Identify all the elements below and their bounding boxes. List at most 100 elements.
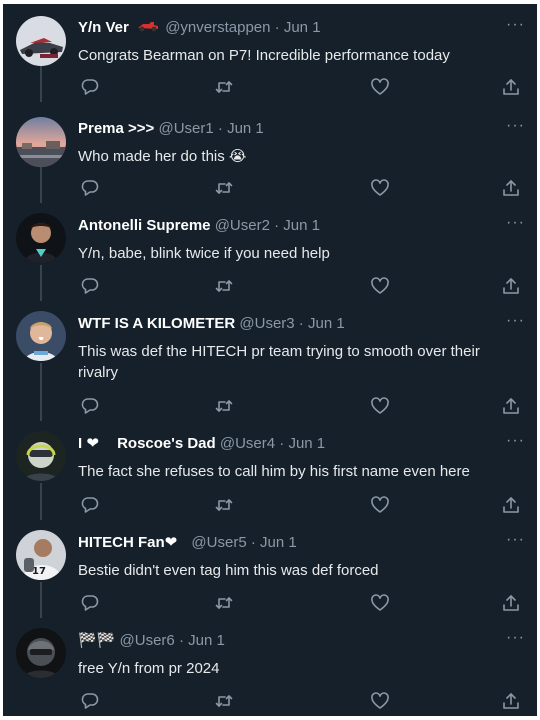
- reply-icon[interactable]: [80, 396, 100, 416]
- more-icon[interactable]: ···: [506, 313, 525, 329]
- share-icon[interactable]: [501, 396, 521, 416]
- reply-icon[interactable]: [80, 593, 100, 613]
- retweet-icon[interactable]: [214, 77, 234, 97]
- tweet[interactable]: WTF IS A KILOMETER @User3 · Jun 1 ··· Th…: [3, 301, 537, 421]
- retweet-icon[interactable]: [214, 691, 234, 711]
- like-icon[interactable]: [370, 593, 390, 613]
- tweet[interactable]: 🏁🏁 @User6 · Jun 1 ··· free Y/n from pr 2…: [3, 618, 537, 716]
- reply-thread: Y/n Ver @ynverstappen · Jun 1 ··· Congra…: [3, 4, 537, 716]
- tweet-text: Bestie didn't even tag him this was def …: [78, 562, 379, 579]
- more-icon[interactable]: ···: [506, 433, 525, 449]
- retweet-icon[interactable]: [214, 178, 234, 198]
- retweet-icon[interactable]: [214, 276, 234, 296]
- share-icon[interactable]: [501, 691, 521, 711]
- separator: ·: [270, 19, 284, 36]
- user-handle[interactable]: @ynverstappen: [165, 19, 270, 36]
- display-name[interactable]: Antonelli Supreme: [78, 217, 211, 234]
- action-bar: [78, 276, 525, 298]
- user-handle[interactable]: @User1: [158, 120, 213, 137]
- avatar[interactable]: [16, 311, 66, 361]
- reply-icon[interactable]: [80, 178, 100, 198]
- avatar[interactable]: [16, 628, 66, 678]
- tweet-date[interactable]: Jun 1: [284, 19, 321, 36]
- tweet-date[interactable]: Jun 1: [260, 534, 297, 551]
- user-handle[interactable]: @User6: [120, 632, 175, 649]
- tweet-text: Who made her do this 😭: [78, 148, 247, 165]
- race-car-icon: [137, 18, 159, 38]
- thread-line: [40, 483, 42, 520]
- separator: ·: [246, 534, 261, 551]
- tweet[interactable]: Antonelli Supreme @User2 · Jun 1 ··· Y/n…: [3, 203, 537, 301]
- display-name[interactable]: HITECH Fan❤: [78, 534, 177, 551]
- display-name[interactable]: Prema >>>: [78, 120, 154, 137]
- avatar[interactable]: [16, 16, 66, 66]
- display-name[interactable]: Y/n Ver: [78, 19, 129, 36]
- reply-icon[interactable]: [80, 276, 100, 296]
- tweet-date[interactable]: Jun 1: [188, 632, 225, 649]
- action-bar: [78, 691, 525, 713]
- action-bar: [78, 593, 525, 615]
- share-icon[interactable]: [501, 77, 521, 97]
- share-icon[interactable]: [501, 593, 521, 613]
- thread-line: [40, 64, 42, 102]
- avatar[interactable]: 17: [16, 530, 66, 580]
- avatar[interactable]: [16, 431, 66, 481]
- thread-line: [40, 165, 42, 203]
- separator: ·: [275, 435, 289, 452]
- tweet-text: Y/n, babe, blink twice if you need help: [78, 245, 330, 262]
- reply-icon[interactable]: [80, 495, 100, 515]
- separator: ·: [213, 120, 228, 137]
- tweet[interactable]: 17 HITECH Fan❤ @User5 · Jun 1 ··· Bestie…: [3, 520, 537, 618]
- action-bar: [78, 495, 525, 517]
- tweet-date[interactable]: Jun 1: [283, 217, 320, 234]
- share-icon[interactable]: [501, 276, 521, 296]
- reply-icon[interactable]: [80, 77, 100, 97]
- share-icon[interactable]: [501, 178, 521, 198]
- retweet-icon[interactable]: [214, 593, 234, 613]
- user-handle[interactable]: @User2: [215, 217, 270, 234]
- like-icon[interactable]: [370, 178, 390, 198]
- action-bar: [78, 77, 525, 99]
- like-icon[interactable]: [370, 691, 390, 711]
- separator: ·: [294, 315, 308, 332]
- more-icon[interactable]: ···: [506, 17, 525, 33]
- avatar[interactable]: [16, 213, 66, 263]
- separator: ·: [174, 632, 189, 649]
- display-name[interactable]: 🏁🏁: [78, 632, 115, 649]
- thread-line: [40, 582, 42, 618]
- tweet-date[interactable]: Jun 1: [288, 435, 325, 452]
- action-bar: [78, 396, 525, 418]
- like-icon[interactable]: [370, 396, 390, 416]
- separator: ·: [269, 217, 284, 234]
- tweet-text: Congrats Bearman on P7! Incredible perfo…: [78, 47, 450, 64]
- user-handle[interactable]: @User3: [239, 315, 294, 332]
- more-icon[interactable]: ···: [506, 532, 525, 548]
- thread-line: [40, 265, 42, 301]
- more-icon[interactable]: ···: [506, 118, 525, 134]
- display-name[interactable]: WTF IS A KILOMETER: [78, 315, 235, 332]
- like-icon[interactable]: [370, 77, 390, 97]
- tweet-date[interactable]: Jun 1: [227, 120, 264, 137]
- retweet-icon[interactable]: [214, 396, 234, 416]
- like-icon[interactable]: [370, 495, 390, 515]
- more-icon[interactable]: ···: [506, 630, 525, 646]
- tweet[interactable]: Y/n Ver @ynverstappen · Jun 1 ··· Congra…: [3, 4, 537, 102]
- tweet[interactable]: Prema >>> @User1 · Jun 1 ··· Who made he…: [3, 105, 537, 203]
- tweet-date[interactable]: Jun 1: [308, 315, 345, 332]
- action-bar: [78, 178, 525, 200]
- more-icon[interactable]: ···: [506, 215, 525, 231]
- user-handle[interactable]: @User4: [220, 435, 275, 452]
- avatar[interactable]: [16, 117, 66, 167]
- user-handle[interactable]: @User5: [191, 534, 246, 551]
- retweet-icon[interactable]: [214, 495, 234, 515]
- display-name[interactable]: Roscoe's Dad: [117, 435, 216, 452]
- reply-icon[interactable]: [80, 691, 100, 711]
- tweet-text: The fact she refuses to call him by his …: [78, 463, 470, 480]
- tweet-text: free Y/n from pr 2024: [78, 660, 220, 677]
- svg-text:17: 17: [32, 566, 46, 577]
- share-icon[interactable]: [501, 495, 521, 515]
- like-icon[interactable]: [370, 276, 390, 296]
- name-prefix[interactable]: I ❤: [78, 435, 99, 452]
- tweet[interactable]: I ❤ Roscoe's Dad @User4 · Jun 1 ··· The …: [3, 421, 537, 520]
- tweet-text: This was def the HITECH pr team trying t…: [78, 343, 480, 381]
